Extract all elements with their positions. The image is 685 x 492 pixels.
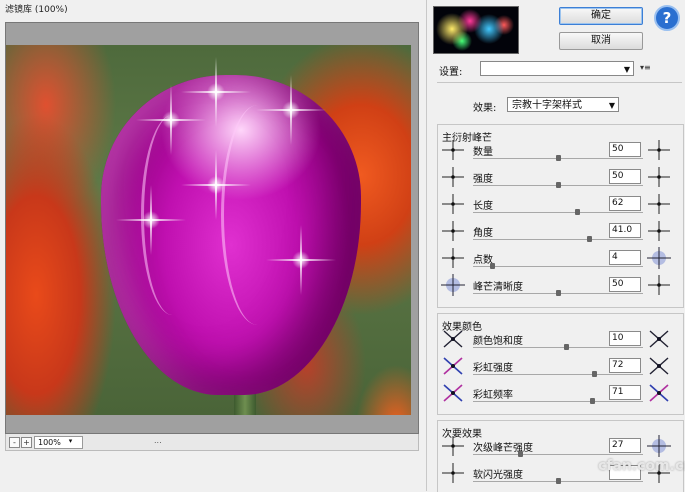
panel-menu-icon[interactable]: ▾≡	[640, 63, 651, 72]
preview-window: 滤镜库 (100%) - + 100% ▾ ...	[0, 0, 427, 491]
slider-thumb[interactable]	[556, 290, 561, 296]
slider-track[interactable]	[473, 398, 643, 404]
star-max-icon	[647, 355, 671, 377]
slider-value-input[interactable]: 27	[609, 438, 641, 453]
slider-thumb[interactable]	[490, 263, 495, 269]
star-max-icon	[647, 274, 671, 296]
scroll-indicator[interactable]: ...	[154, 436, 162, 445]
effect-label: 效果:	[473, 103, 497, 114]
slider-thumb[interactable]	[556, 182, 561, 188]
star-max-icon	[647, 166, 671, 188]
preview-image[interactable]	[6, 45, 411, 415]
star-min-icon	[441, 435, 465, 457]
zoom-out-button[interactable]: -	[9, 437, 20, 448]
star-min-icon	[441, 328, 465, 350]
slider-label: 角度	[473, 228, 493, 239]
chevron-down-icon: ▼	[608, 101, 615, 110]
star-max-icon	[647, 247, 671, 269]
star-min-icon	[441, 462, 465, 484]
slider-value-input[interactable]: 62	[609, 196, 641, 211]
slider-thumb[interactable]	[564, 344, 569, 350]
effect-select-value: 宗教十字架样式	[512, 100, 582, 111]
slider-value-input[interactable]: 4	[609, 250, 641, 265]
slider-track[interactable]	[473, 451, 643, 457]
slider-label: 彩虹频率	[473, 390, 513, 401]
slider-value-input[interactable]: 41.0	[609, 223, 641, 238]
slider-track[interactable]	[473, 209, 643, 215]
star-max-icon	[647, 220, 671, 242]
slider-label: 彩虹强度	[473, 363, 513, 374]
star-min-icon	[441, 139, 465, 161]
zoom-select[interactable]: 100%	[34, 436, 83, 449]
settings-select[interactable]: ▼	[480, 61, 634, 76]
star-max-icon	[647, 382, 671, 404]
slider-track[interactable]	[473, 290, 643, 296]
slider-thumb[interactable]	[518, 451, 523, 457]
slider-value-input[interactable]: 71	[609, 385, 641, 400]
star-min-icon	[441, 193, 465, 215]
star-min-icon	[441, 166, 465, 188]
slider-value-input[interactable]: 50	[609, 169, 641, 184]
slider-track[interactable]	[473, 155, 643, 161]
slider-value-input[interactable]: 50	[609, 142, 641, 157]
sparkle-icon	[266, 225, 336, 295]
slider-track[interactable]	[473, 478, 643, 484]
sparkle-icon	[256, 75, 326, 145]
slider-label: 数量	[473, 147, 493, 158]
star-min-icon	[441, 382, 465, 404]
preview-statusbar: - + 100% ▾ ...	[5, 434, 419, 451]
star-min-icon	[441, 220, 465, 242]
star-min-icon	[441, 355, 465, 377]
slider-thumb[interactable]	[592, 371, 597, 377]
star-min-icon	[441, 247, 465, 269]
watermark: cfan.com.cn	[598, 458, 685, 474]
star-max-icon	[647, 328, 671, 350]
effect-thumbnail	[433, 6, 519, 54]
slider-label: 次级峰芒强度	[473, 443, 533, 454]
slider-thumb[interactable]	[556, 155, 561, 161]
preview-frame	[5, 22, 419, 434]
zoom-in-button[interactable]: +	[21, 437, 32, 448]
cancel-button[interactable]: 取消	[559, 32, 643, 50]
slider-label: 峰芒清晰度	[473, 282, 523, 293]
slider-label: 颜色饱和度	[473, 336, 523, 347]
slider-thumb[interactable]	[590, 398, 595, 404]
slider-track[interactable]	[473, 263, 643, 269]
slider-thumb[interactable]	[556, 478, 561, 484]
sparkle-icon	[116, 185, 186, 255]
slider-label: 长度	[473, 201, 493, 212]
slider-thumb[interactable]	[575, 209, 580, 215]
window-title: 滤镜库 (100%)	[5, 5, 68, 15]
slider-value-input[interactable]: 72	[609, 358, 641, 373]
sparkle-icon	[181, 150, 251, 220]
slider-thumb[interactable]	[587, 236, 592, 242]
star-max-icon	[647, 193, 671, 215]
star-min-icon	[441, 274, 465, 296]
star-max-icon	[647, 435, 671, 457]
ok-button[interactable]: 确定	[559, 7, 643, 25]
chevron-down-icon: ▼	[623, 65, 630, 74]
settings-label: 设置:	[439, 67, 463, 78]
slider-label: 软闪光强度	[473, 470, 523, 481]
slider-value-input[interactable]: 50	[609, 277, 641, 292]
star-max-icon	[647, 139, 671, 161]
slider-value-input[interactable]: 10	[609, 331, 641, 346]
slider-track[interactable]	[473, 182, 643, 188]
slider-track[interactable]	[473, 371, 643, 377]
chevron-down-icon[interactable]: ▾	[66, 437, 75, 446]
slider-track[interactable]	[473, 344, 643, 350]
slider-track[interactable]	[473, 236, 643, 242]
settings-panel: 确定 取消 ? 设置: ▼ ▾≡ 效果: 宗教十字架样式 ▼ 主衍射峰芒 效果颜…	[431, 0, 685, 492]
sparkle-icon	[181, 57, 251, 127]
help-icon[interactable]: ?	[654, 5, 680, 31]
slider-label: 强度	[473, 174, 493, 185]
effect-select[interactable]: 宗教十字架样式 ▼	[507, 97, 619, 112]
